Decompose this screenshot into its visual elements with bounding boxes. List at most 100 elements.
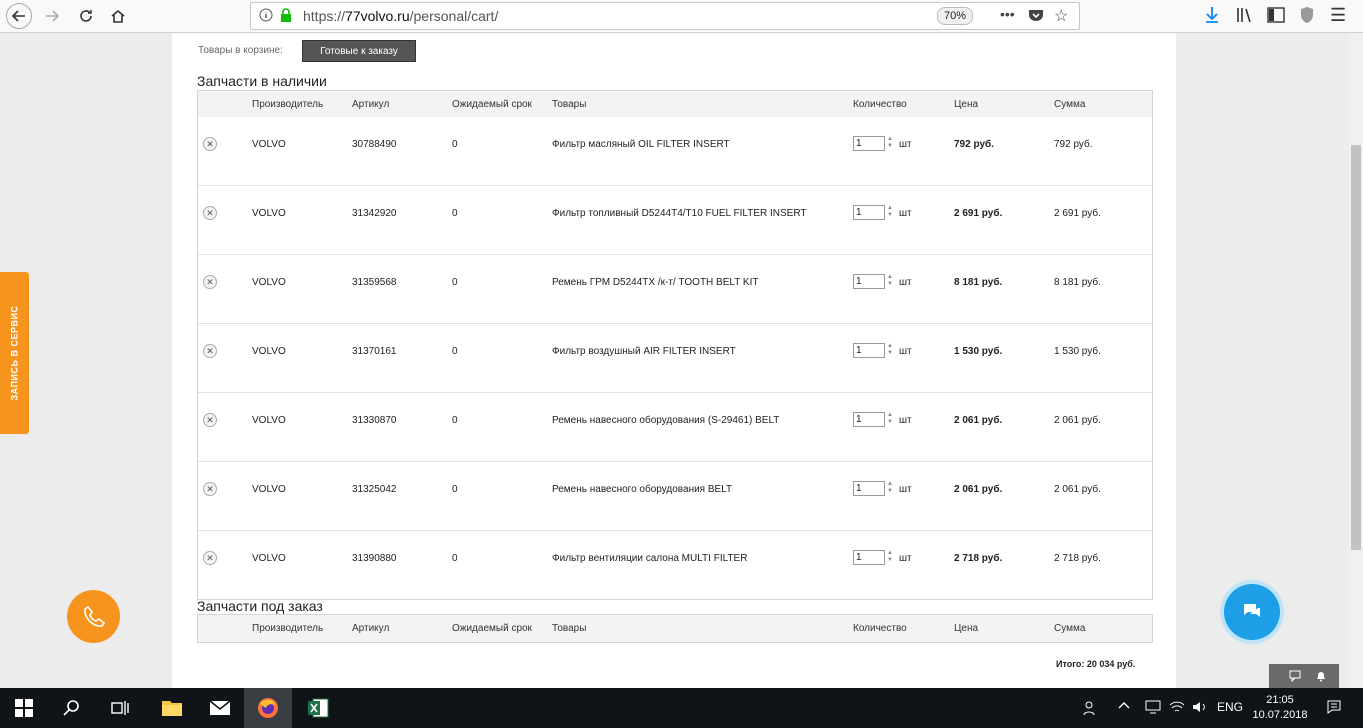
table-row: ✕ VOLVO 31390880 0 Фильтр вентиляции салона … [198, 530, 1152, 599]
cell-price: 2 691 руб. [954, 208, 1003, 219]
header-price: Цена [954, 99, 979, 110]
header-sum: Сумма [1054, 623, 1086, 634]
zoom-indicator[interactable]: 70% [937, 7, 974, 25]
quantity-stepper[interactable]: ▲ ▼ [887, 274, 893, 288]
quantity-input[interactable]: 1 [853, 274, 885, 289]
cell-maker: VOLVO [252, 208, 286, 219]
notification-bar [1269, 664, 1339, 688]
shield-icon[interactable] [1300, 6, 1314, 29]
quantity-stepper[interactable]: ▲ ▼ [887, 136, 893, 150]
file-explorer-button[interactable] [148, 688, 196, 728]
chevron-up-icon[interactable] [1118, 700, 1130, 715]
cell-sum: 2 718 руб. [1054, 553, 1101, 564]
cell-maker: VOLVO [252, 415, 286, 426]
on-order-table: Производитель Артикул Ожидаемый срок Тов… [197, 614, 1153, 643]
address-bar[interactable]: https://77volvo.ru/personal/cart/ 70% ••… [250, 2, 1080, 30]
quantity-input[interactable]: 1 [853, 550, 885, 565]
network-icon[interactable] [1169, 700, 1185, 717]
scroll-thumb[interactable] [1351, 145, 1361, 550]
home-button[interactable] [106, 4, 130, 28]
remove-item-icon[interactable]: ✕ [203, 344, 217, 358]
cell-term: 0 [452, 346, 458, 357]
quantity-stepper[interactable]: ▲ ▼ [887, 481, 893, 495]
people-icon[interactable] [1083, 700, 1099, 719]
remove-item-icon[interactable]: ✕ [203, 206, 217, 220]
in-stock-title: Запчасти в наличии [197, 73, 327, 89]
cell-product: Фильтр воздушный AIR FILTER INSERT [552, 346, 736, 357]
table-body: ✕ VOLVO 30788490 0 Фильтр масляный OIL FILTE… [198, 117, 1152, 599]
action-center-icon[interactable] [1327, 700, 1341, 717]
cell-unit: шт [899, 415, 912, 426]
remove-item-icon[interactable]: ✕ [203, 482, 217, 496]
cell-unit: шт [899, 277, 912, 288]
quantity-input[interactable]: 1 [853, 481, 885, 496]
ready-to-order-button[interactable]: Готовые к заказу [302, 40, 416, 62]
forward-button[interactable] [40, 4, 64, 28]
cell-price: 2 718 руб. [954, 553, 1003, 564]
quantity-stepper[interactable]: ▲ ▼ [887, 550, 893, 564]
pocket-icon[interactable] [1028, 8, 1044, 27]
library-icon[interactable] [1236, 7, 1254, 28]
cell-term: 0 [452, 139, 458, 150]
search-button[interactable] [48, 688, 96, 728]
remove-item-icon[interactable]: ✕ [203, 137, 217, 151]
bookmark-star-icon[interactable]: ☆ [1054, 6, 1068, 26]
cell-maker: VOLVO [252, 139, 286, 150]
reload-button[interactable] [74, 4, 98, 28]
service-booking-tab[interactable]: ЗАПИСЬ В СЕРВИС [0, 272, 29, 434]
system-clock[interactable]: 21:05 10.07.2018 [1252, 693, 1308, 723]
callback-button[interactable] [67, 590, 120, 643]
download-icon[interactable] [1204, 6, 1220, 29]
quantity-stepper[interactable]: ▲ ▼ [887, 412, 893, 426]
excel-icon [308, 698, 329, 718]
cell-sum: 8 181 руб. [1054, 277, 1101, 288]
header-maker: Производитель [252, 623, 324, 634]
page-scrollbar[interactable] [1349, 33, 1363, 688]
remove-item-icon[interactable]: ✕ [203, 551, 217, 565]
header-article: Артикул [352, 99, 390, 110]
menu-icon[interactable]: ☰ [1330, 5, 1346, 26]
header-term: Ожидаемый срок [452, 99, 532, 110]
chat-button[interactable] [1224, 584, 1280, 640]
mail-icon [209, 700, 231, 715]
url-text[interactable]: https://77volvo.ru/personal/cart/ [303, 8, 498, 24]
table-row: ✕ VOLVO 30788490 0 Фильтр масляный OIL FILTE… [198, 117, 1152, 185]
volume-icon[interactable] [1192, 700, 1208, 717]
task-view-button[interactable] [96, 688, 144, 728]
mail-button[interactable] [196, 688, 244, 728]
message-icon[interactable] [1289, 669, 1301, 687]
bell-icon[interactable] [1315, 669, 1327, 687]
cell-maker: VOLVO [252, 484, 286, 495]
quantity-stepper[interactable]: ▲ ▼ [887, 343, 893, 357]
display-icon[interactable] [1145, 700, 1161, 717]
cell-price: 792 руб. [954, 139, 994, 150]
sidebar-icon[interactable] [1267, 7, 1285, 28]
cell-term: 0 [452, 553, 458, 564]
info-icon[interactable] [259, 8, 273, 27]
quantity-input[interactable]: 1 [853, 412, 885, 427]
header-article: Артикул [352, 623, 390, 634]
cell-product: Фильтр масляный OIL FILTER INSERT [552, 139, 730, 150]
cell-maker: VOLVO [252, 553, 286, 564]
windows-logo-icon [15, 699, 33, 717]
cell-maker: VOLVO [252, 346, 286, 357]
table-row: ✕ VOLVO 31330870 0 Ремень навесного оборудов… [198, 392, 1152, 461]
back-button[interactable] [6, 3, 32, 29]
language-indicator[interactable]: ENG [1217, 700, 1243, 714]
quantity-input[interactable]: 1 [853, 205, 885, 220]
quantity-input[interactable]: 1 [853, 136, 885, 151]
quantity-stepper[interactable]: ▲ ▼ [887, 205, 893, 219]
cell-term: 0 [452, 277, 458, 288]
arrow-right-icon [46, 10, 59, 22]
remove-item-icon[interactable]: ✕ [203, 413, 217, 427]
firefox-taskbar-button[interactable] [244, 688, 292, 728]
service-booking-label: ЗАПИСЬ В СЕРВИС [9, 305, 20, 401]
page-actions-icon[interactable]: ••• [1000, 6, 1015, 22]
cell-product: Фильтр вентиляции салона MULTI FILTER [552, 553, 748, 564]
remove-item-icon[interactable]: ✕ [203, 275, 217, 289]
quantity-input[interactable]: 1 [853, 343, 885, 358]
start-button[interactable] [0, 688, 48, 728]
excel-button[interactable] [294, 688, 342, 728]
table-row: ✕ VOLVO 31325042 0 Ремень навесного оборудов… [198, 461, 1152, 530]
cell-product: Ремень навесного оборудования (S-29461) … [552, 415, 780, 426]
